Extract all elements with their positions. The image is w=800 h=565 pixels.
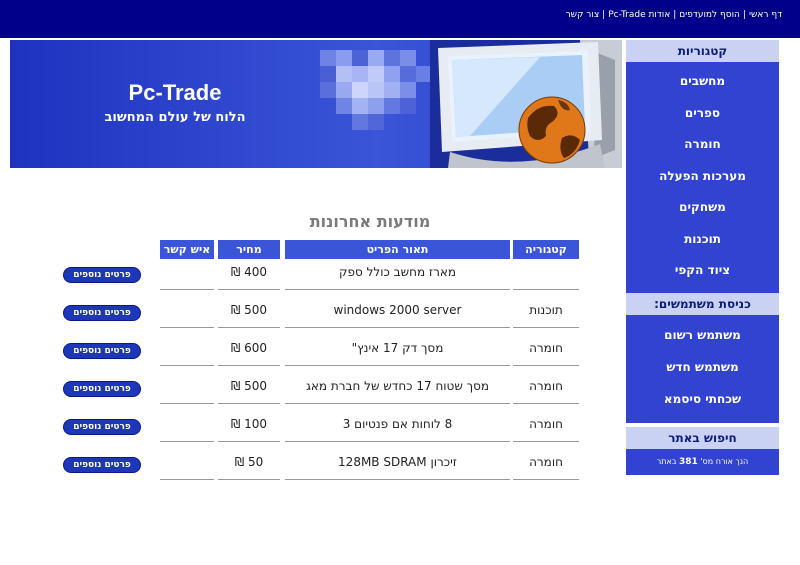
- row-description: מסך שטוח 17 כחדש של חברת מאג: [305, 379, 490, 393]
- row-divider: [160, 479, 214, 480]
- row-divider: [285, 365, 510, 366]
- table-row: פרטים נוספים 600 ₪ מסך דק 17 אינץ" חומרה: [0, 331, 800, 369]
- row-divider: [285, 289, 510, 290]
- row-category: חומרה: [529, 379, 563, 393]
- nav-favorites-link[interactable]: הוסף למועדפים: [679, 10, 740, 20]
- row-divider: [218, 365, 280, 366]
- row-category: חומרה: [529, 417, 563, 431]
- site-title: Pc-Trade: [128, 80, 222, 105]
- site-subtitle: הלוח של עולם המחשוב: [104, 110, 246, 125]
- row-price: 500 ₪: [230, 303, 268, 317]
- sidebar-item-books[interactable]: ספרים: [626, 98, 779, 130]
- row-divider: [285, 441, 510, 442]
- latest-ads-title: מודעות אחרונות: [309, 212, 431, 231]
- row-divider: [218, 479, 280, 480]
- row-divider: [285, 479, 510, 480]
- row-divider: [513, 441, 579, 442]
- row-price: 600 ₪: [230, 341, 268, 355]
- pixel-mosaic-decoration: [310, 40, 440, 168]
- monitor-globe-image: [430, 40, 622, 168]
- row-description: 8 לוחות אם פנטיום 3: [342, 417, 453, 431]
- nav-contact-link[interactable]: צור קשר: [566, 10, 600, 20]
- row-divider: [160, 365, 214, 366]
- row-divider: [513, 365, 579, 366]
- row-price: 500 ₪: [230, 379, 268, 393]
- row-category: חומרה: [529, 455, 563, 469]
- more-details-button[interactable]: פרטים נוספים: [63, 343, 141, 359]
- row-divider: [160, 327, 214, 328]
- nav-about-link[interactable]: אודות Pc-Trade: [608, 10, 670, 20]
- categories-header: קטגוריות: [626, 40, 779, 62]
- more-details-button[interactable]: פרטים נוספים: [63, 381, 141, 397]
- row-divider: [218, 441, 280, 442]
- row-divider: [285, 403, 510, 404]
- row-divider: [285, 327, 510, 328]
- nav-home-link[interactable]: דף ראשי: [749, 10, 782, 20]
- table-row: פרטים נוספים 400 ₪ מארז מחשב כולל ספק: [0, 255, 800, 293]
- row-description: מסך דק 17 אינץ": [351, 341, 444, 355]
- row-divider: [160, 403, 214, 404]
- row-description: זיכרון 128MB SDRAM: [338, 455, 457, 469]
- row-price: 100 ₪: [230, 417, 268, 431]
- sidebar-item-games[interactable]: משחקים: [626, 192, 779, 224]
- table-row: פרטים נוספים 50 ₪ זיכרון 128MB SDRAM חומ…: [0, 445, 800, 483]
- nav-separator: |: [673, 10, 677, 20]
- row-divider: [160, 441, 214, 442]
- sidebar-item-software[interactable]: תוכנות: [626, 224, 779, 256]
- table-row: פרטים נוספים 100 ₪ 8 לוחות אם פנטיום 3 ח…: [0, 407, 800, 445]
- nav-separator: |: [602, 10, 606, 20]
- more-details-button[interactable]: פרטים נוספים: [63, 419, 141, 435]
- row-divider: [218, 289, 280, 290]
- row-divider: [513, 403, 579, 404]
- top-nav-bar: דף ראשי|הוסף למועדפים|אודות Pc-Trade|צור…: [0, 0, 800, 38]
- row-category: חומרה: [529, 341, 563, 355]
- sidebar-item-computers[interactable]: מחשבים: [626, 66, 779, 98]
- row-price: 50 ₪: [234, 455, 264, 469]
- row-divider: [513, 289, 579, 290]
- site-banner: Pc-Trade הלוח של עולם המחשוב: [10, 40, 622, 168]
- row-divider: [160, 289, 214, 290]
- row-divider: [513, 327, 579, 328]
- table-row: פרטים נוספים 500 ₪ מסך שטוח 17 כחדש של ח…: [0, 369, 800, 407]
- row-divider: [218, 327, 280, 328]
- sidebar-item-operating-systems[interactable]: מערכות הפעלה: [626, 161, 779, 193]
- row-category: תוכנות: [529, 303, 563, 317]
- table-row: פרטים נוספים 500 ₪ windows 2000 server ת…: [0, 293, 800, 331]
- more-details-button[interactable]: פרטים נוספים: [63, 457, 141, 473]
- row-divider: [218, 403, 280, 404]
- more-details-button[interactable]: פרטים נוספים: [63, 305, 141, 321]
- sidebar-item-hardware[interactable]: חומרה: [626, 129, 779, 161]
- nav-separator: |: [742, 10, 746, 20]
- row-description: windows 2000 server: [333, 303, 462, 317]
- row-description: מארז מחשב כולל ספק: [338, 265, 457, 279]
- row-divider: [513, 479, 579, 480]
- more-details-button[interactable]: פרטים נוספים: [63, 267, 141, 283]
- top-nav-links: דף ראשי|הוסף למועדפים|אודות Pc-Trade|צור…: [566, 10, 782, 20]
- row-price: 400 ₪: [230, 265, 268, 279]
